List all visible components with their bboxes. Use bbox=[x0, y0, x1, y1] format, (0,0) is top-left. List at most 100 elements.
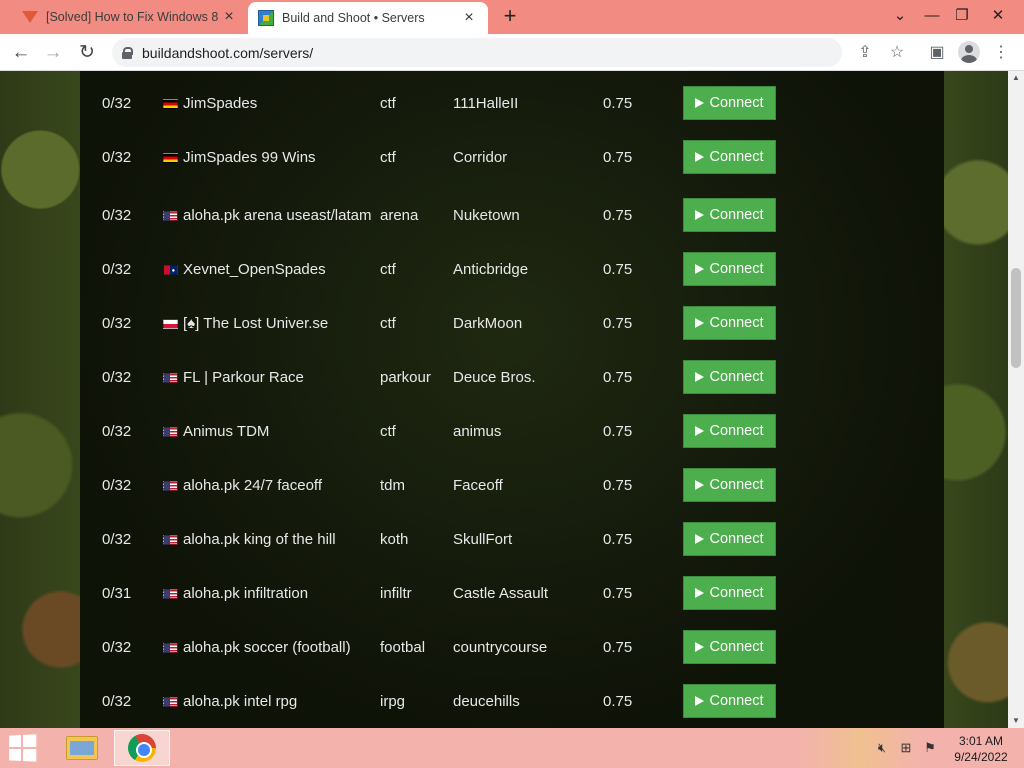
side-panel-icon[interactable]: ▣ bbox=[924, 40, 950, 66]
game-mode: ctf bbox=[380, 314, 396, 332]
connect-button[interactable]: Connect bbox=[683, 252, 776, 286]
server-name-text: aloha.pk arena useast/latam bbox=[183, 206, 372, 224]
flag-us-icon bbox=[163, 480, 178, 491]
new-tab-button[interactable]: + bbox=[498, 5, 522, 29]
map-name: Corridor bbox=[453, 148, 508, 166]
server-name: Xevnet_OpenSpades bbox=[163, 259, 326, 280]
lock-icon[interactable] bbox=[122, 46, 133, 59]
game-version: 0.75 bbox=[603, 638, 633, 656]
bookmark-star-icon[interactable]: ☆ bbox=[884, 40, 910, 66]
player-count: 0/32 bbox=[102, 314, 132, 332]
game-version: 0.75 bbox=[603, 476, 633, 494]
connect-button[interactable]: Connect bbox=[683, 684, 776, 718]
game-version: 0.75 bbox=[603, 206, 633, 224]
server-name-text: aloha.pk soccer (football) bbox=[183, 638, 351, 656]
action-center-icon[interactable]: ⚑ bbox=[922, 741, 938, 755]
connect-button[interactable]: Connect bbox=[683, 140, 776, 174]
connect-label: Connect bbox=[709, 315, 764, 331]
scroll-thumb[interactable] bbox=[1011, 268, 1021, 368]
game-version: 0.75 bbox=[603, 692, 633, 710]
page-viewport: 0/32 JimSpades ctf 111HalleII 0.75 Connect 0/3… bbox=[0, 71, 1008, 728]
clock-date: 9/24/2022 bbox=[954, 750, 1008, 764]
minimize-button[interactable]: — bbox=[918, 4, 946, 28]
server-name-cell: JimSpades bbox=[163, 76, 373, 130]
play-icon bbox=[695, 152, 705, 162]
flag-us-icon bbox=[163, 372, 178, 383]
server-name-text: aloha.pk 24/7 faceoff bbox=[183, 476, 322, 494]
scroll-down-icon[interactable]: ▼ bbox=[1008, 714, 1024, 728]
network-icon[interactable]: ⊞ bbox=[898, 741, 914, 755]
reload-button[interactable]: ↻ bbox=[74, 40, 100, 66]
tab-build-and-shoot[interactable]: Build and Shoot • Servers × bbox=[248, 2, 488, 34]
forward-button[interactable]: → bbox=[40, 40, 66, 66]
server-row: 0/32 aloha.pk 24/7 faceoff tdm Faceoff 0.75 C… bbox=[80, 458, 944, 512]
restore-button[interactable]: ❐ bbox=[948, 4, 976, 28]
buildandshoot-favicon-icon bbox=[258, 10, 274, 26]
connect-label: Connect bbox=[709, 261, 764, 277]
game-mode: infiltr bbox=[380, 584, 412, 602]
server-name-cell: aloha.pk 24/7 faceoff bbox=[163, 458, 373, 512]
connect-button[interactable]: Connect bbox=[683, 630, 776, 664]
volume-muted-icon[interactable]: 🔇︎ bbox=[874, 741, 890, 755]
connect-button[interactable]: Connect bbox=[683, 414, 776, 448]
address-bar[interactable]: buildandshoot.com/servers/ bbox=[112, 38, 842, 67]
server-name-text: JimSpades 99 Wins bbox=[183, 148, 316, 166]
player-count: 0/32 bbox=[102, 476, 132, 494]
file-explorer-button[interactable] bbox=[54, 730, 110, 766]
play-icon bbox=[695, 372, 705, 382]
game-version: 0.75 bbox=[603, 584, 633, 602]
player-count: 0/32 bbox=[102, 368, 132, 386]
connect-button[interactable]: Connect bbox=[683, 576, 776, 610]
server-name: JimSpades bbox=[163, 93, 257, 114]
chrome-taskbar-button[interactable] bbox=[114, 730, 170, 766]
player-count: 0/32 bbox=[102, 206, 132, 224]
flag-de-icon bbox=[163, 152, 178, 163]
clock-time: 3:01 AM bbox=[958, 734, 1004, 748]
map-name: Nuketown bbox=[453, 206, 520, 224]
flag-us-icon bbox=[163, 534, 178, 545]
server-name: aloha.pk king of the hill bbox=[163, 529, 336, 550]
server-name-text: aloha.pk intel rpg bbox=[183, 692, 298, 710]
player-count: 0/32 bbox=[102, 638, 132, 656]
connect-button[interactable]: Connect bbox=[683, 306, 776, 340]
flag-us-icon bbox=[163, 642, 178, 653]
close-window-button[interactable]: ✕ bbox=[984, 4, 1012, 28]
map-name: Anticbridge bbox=[453, 260, 529, 278]
server-name-text: [♠] The Lost Univer.se bbox=[183, 314, 329, 332]
connect-button[interactable]: Connect bbox=[683, 360, 776, 394]
game-mode: footbal bbox=[380, 638, 426, 656]
connect-button[interactable]: Connect bbox=[683, 198, 776, 232]
server-name-text: JimSpades bbox=[183, 94, 258, 112]
folder-icon bbox=[66, 736, 98, 760]
share-icon[interactable]: ⇪ bbox=[852, 40, 878, 66]
tab-search-icon[interactable]: ⌄ bbox=[886, 4, 914, 28]
page-scrollbar[interactable]: ▲ ▼ bbox=[1008, 71, 1024, 728]
connect-button[interactable]: Connect bbox=[683, 86, 776, 120]
server-row: 0/31 aloha.pk infiltration infiltr Castle A… bbox=[80, 566, 944, 620]
map-name: DarkMoon bbox=[453, 314, 523, 332]
play-icon bbox=[695, 642, 705, 652]
tab-solved[interactable]: [Solved] How to Fix Windows 8 Is × bbox=[12, 0, 248, 34]
scroll-up-icon[interactable]: ▲ bbox=[1008, 71, 1024, 85]
close-tab-icon[interactable]: × bbox=[460, 9, 478, 27]
connect-label: Connect bbox=[709, 531, 764, 547]
url-text[interactable]: buildandshoot.com/servers/ bbox=[142, 45, 313, 61]
back-button[interactable]: ← bbox=[8, 40, 34, 66]
profile-icon[interactable] bbox=[958, 41, 980, 63]
server-row: 0/32 aloha.pk arena useast/latam arena Nuke… bbox=[80, 184, 944, 246]
close-tab-icon[interactable]: × bbox=[220, 8, 238, 26]
player-count: 0/32 bbox=[102, 94, 132, 112]
server-name: JimSpades 99 Wins bbox=[163, 147, 316, 168]
server-row: 0/32 aloha.pk intel rpg irpg deucehills 0.75… bbox=[80, 674, 944, 728]
server-name-cell: Animus TDM bbox=[163, 404, 373, 458]
system-clock[interactable]: 3:01 AM 9/24/2022 bbox=[948, 733, 1014, 765]
start-button[interactable] bbox=[9, 734, 38, 762]
connect-label: Connect bbox=[709, 369, 764, 385]
connect-label: Connect bbox=[709, 207, 764, 223]
connect-button[interactable]: Connect bbox=[683, 522, 776, 556]
server-name: FL | Parkour Race bbox=[163, 367, 304, 388]
map-name: 111HalleII bbox=[453, 94, 519, 112]
connect-button[interactable]: Connect bbox=[683, 468, 776, 502]
menu-icon[interactable]: ⋮ bbox=[988, 40, 1014, 66]
connect-label: Connect bbox=[709, 477, 764, 493]
